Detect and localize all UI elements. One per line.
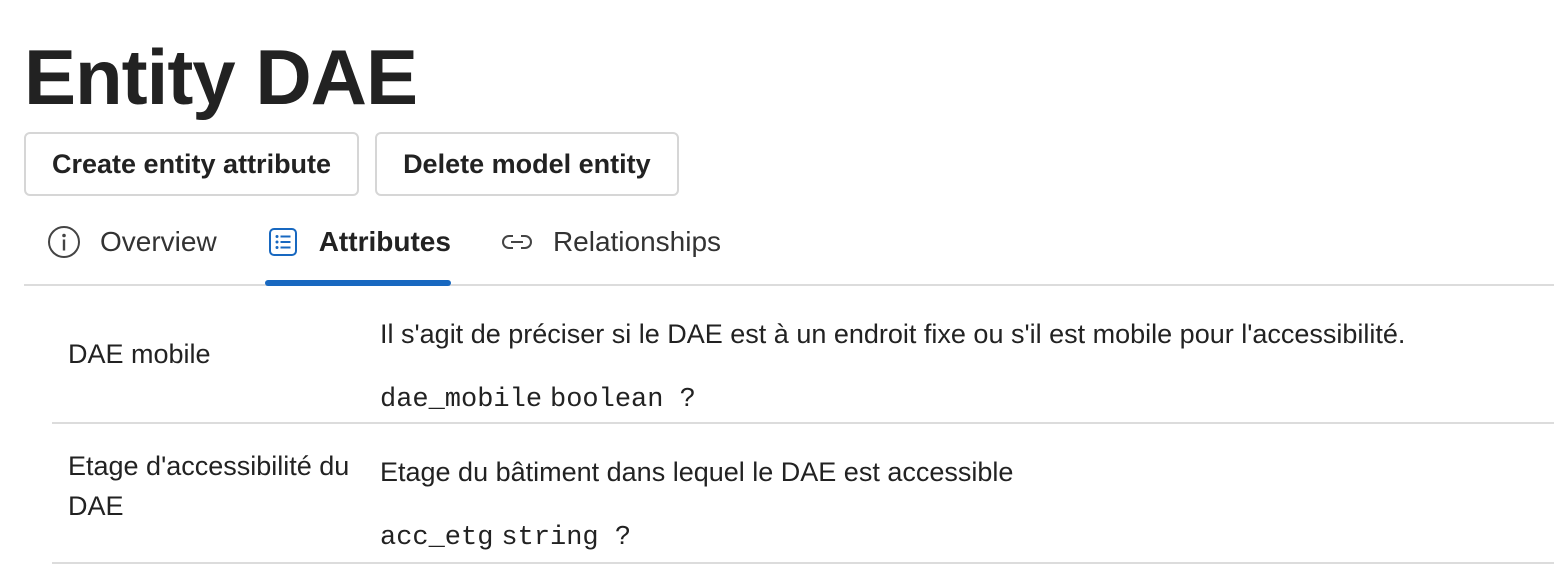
attribute-list: DAE mobile Il s'agit de préciser si le D… xyxy=(52,286,1554,564)
link-icon xyxy=(499,224,535,260)
attribute-name: Etage d'accessibilité du DAE xyxy=(68,451,350,521)
info-icon xyxy=(46,224,82,260)
attribute-meta: acc_etg string ? xyxy=(380,520,1554,556)
tab-attributes-label: Attributes xyxy=(318,226,451,257)
create-entity-attribute-button[interactable]: Create entity attribute xyxy=(24,132,360,196)
attribute-detail: Etage du bâtiment dans lequel le DAE est… xyxy=(380,424,1554,562)
attribute-name: DAE mobile xyxy=(68,339,211,369)
tab-attributes[interactable]: Attributes xyxy=(264,210,452,286)
attribute-meta: dae_mobile boolean ? xyxy=(380,382,1554,418)
tab-overview-label: Overview xyxy=(100,226,217,257)
action-bar: Create entity attribute Delete model ent… xyxy=(24,132,679,196)
list-icon xyxy=(265,224,301,260)
attribute-key: acc_etg xyxy=(380,523,494,553)
entity-page: Entity DAE Create entity attribute Delet… xyxy=(0,0,1554,566)
tab-relationships[interactable]: Relationships xyxy=(499,210,721,284)
tab-overview[interactable]: Overview xyxy=(46,210,217,284)
attribute-description: Il s'agit de préciser si le DAE est à un… xyxy=(380,319,1406,349)
tab-bar: Overview Attributes Relationships xyxy=(24,210,1554,286)
attribute-type: boolean ? xyxy=(550,385,696,415)
page-title: Entity DAE xyxy=(24,33,418,121)
attribute-row: DAE mobile Il s'agit de préciser si le D… xyxy=(52,286,1554,424)
attribute-description: Etage du bâtiment dans lequel le DAE est… xyxy=(380,457,1014,487)
delete-model-entity-button[interactable]: Delete model entity xyxy=(375,132,679,196)
attribute-detail: Il s'agit de préciser si le DAE est à un… xyxy=(380,286,1554,422)
tab-relationships-label: Relationships xyxy=(552,226,722,257)
attribute-type: string ? xyxy=(501,523,632,553)
attribute-row: Etage d'accessibilité du DAE Etage du bâ… xyxy=(52,424,1554,564)
attribute-key: dae_mobile xyxy=(380,385,543,415)
